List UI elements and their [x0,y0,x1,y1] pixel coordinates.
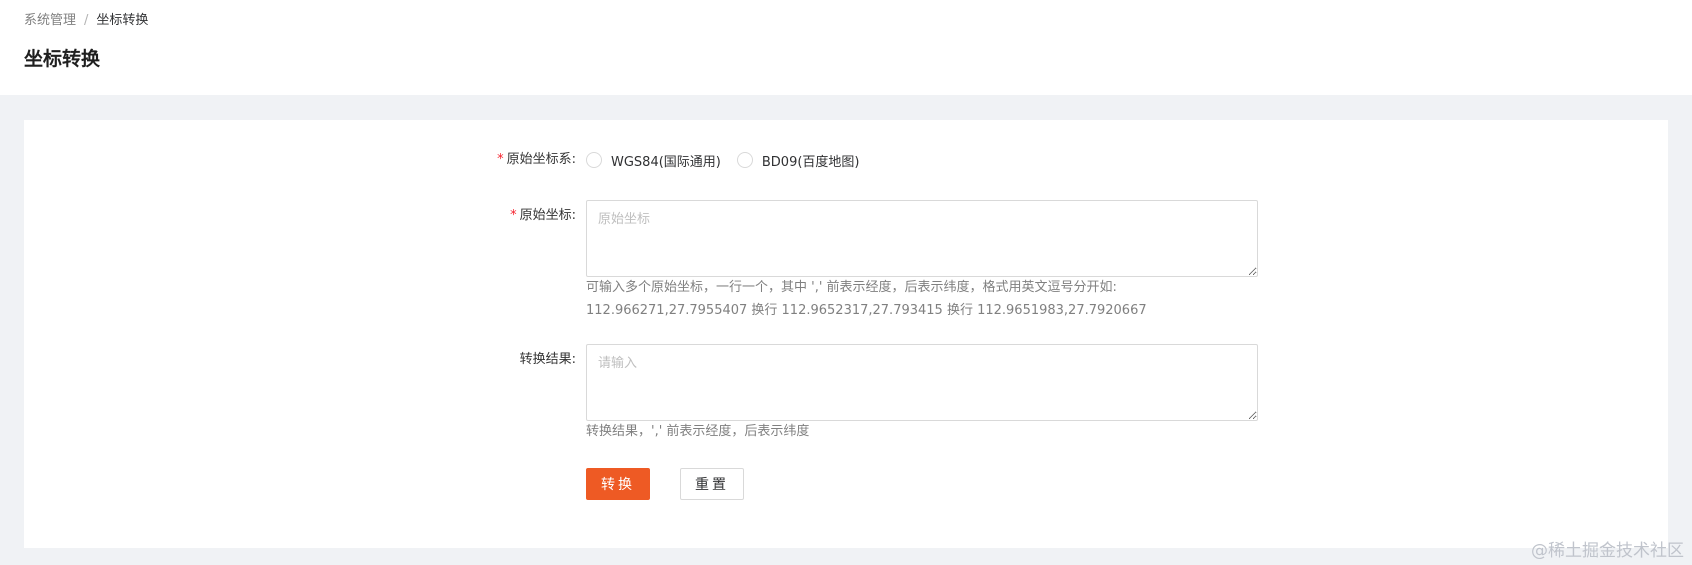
source-coords-textarea[interactable] [586,200,1258,277]
source-system-radio-group: WGS84(国际通用) BD09(百度地图) [586,150,876,170]
result-hint: 转换结果，',' 前表示经度，后表示纬度 [586,424,810,439]
result-label: 转换结果: [519,352,576,367]
convert-button[interactable]: 转换 [586,468,650,500]
required-mark: * [510,208,517,223]
radio-wgs84-label: WGS84(国际通用) [611,154,721,170]
page-header: 系统管理 / 坐标转换 坐标转换 [0,0,1692,95]
breadcrumb-item-system-management[interactable]: 系统管理 [24,12,76,30]
radio-bd09[interactable]: BD09(百度地图) [736,151,860,170]
radio-circle-icon[interactable] [736,152,753,168]
form-card: *原始坐标系: WGS84(国际通用) BD09(百度地图) *原始坐标: 可输… [24,120,1668,548]
breadcrumb-separator: / [84,13,89,28]
breadcrumb-item-current: 坐标转换 [96,13,149,28]
watermark: @稀土掘金技术社区 [1531,541,1684,561]
source-coords-hint-line1: 可输入多个原始坐标，一行一个，其中 ',' 前表示经度，后表示纬度，格式用英文逗… [586,280,1117,295]
breadcrumb: 系统管理 / 坐标转换 [24,12,148,30]
source-coords-hint-line2: 112.966271,27.7955407 换行 112.9652317,27.… [586,303,1147,318]
radio-bd09-label: BD09(百度地图) [761,154,860,170]
radio-wgs84[interactable]: WGS84(国际通用) [586,151,721,170]
page-title: 坐标转换 [24,48,101,70]
source-coords-label: * 原始坐标: [510,208,576,223]
source-system-label: * 原始坐标系: [497,152,576,167]
result-textarea[interactable] [586,344,1258,421]
radio-circle-icon[interactable] [586,152,602,168]
required-mark: * [497,152,504,167]
reset-button[interactable]: 重置 [680,468,744,500]
